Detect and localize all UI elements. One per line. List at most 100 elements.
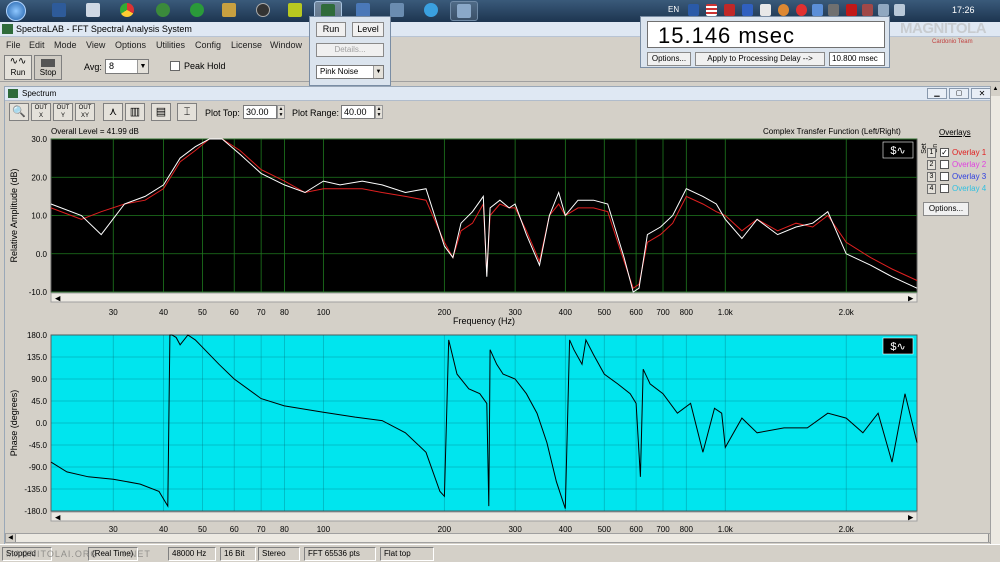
delay-options-button[interactable]: Options... <box>647 52 691 66</box>
chrome-icon[interactable] <box>120 3 134 17</box>
overlay-set-button-3[interactable]: 3 <box>927 172 936 182</box>
tray-antivirus-icon[interactable] <box>760 4 771 16</box>
peak-hold-checkbox[interactable] <box>170 61 180 71</box>
y-tick-label: -180.0 <box>24 507 47 516</box>
zoom-out-x-icon[interactable]: OUT X <box>31 103 51 121</box>
zoom-icon[interactable]: 🔍 <box>9 103 29 121</box>
status-bar: Stopped (Real Time) 48000 Hz 16 Bit Ster… <box>0 544 1000 562</box>
overlay-set-button-4[interactable]: 4 <box>927 184 936 194</box>
menu-file[interactable]: File <box>6 40 21 50</box>
tray-flag-icon[interactable] <box>688 4 699 16</box>
tray-volume-icon[interactable] <box>894 4 905 16</box>
overlay-label-4: Overlay 4 <box>952 184 987 193</box>
main-vertical-scrollbar[interactable]: ▲ <box>990 86 1000 544</box>
menu-utilities[interactable]: Utilities <box>156 40 185 50</box>
app-icon-12[interactable] <box>424 3 438 17</box>
generator-details-button[interactable]: Details... <box>316 43 384 57</box>
menu-options[interactable]: Options <box>115 40 146 50</box>
x-tick-label: 2.0k <box>839 308 855 317</box>
status-channels: Stereo <box>258 547 300 561</box>
amplitude-plot[interactable]: 30 40 50 60 70 80 100 200 300 400 500 600 700 800 1.0k… <box>5 133 921 328</box>
tray-red-icon[interactable] <box>724 4 735 16</box>
app-task-button-13[interactable] <box>450 1 478 21</box>
tray-icon-6[interactable] <box>778 4 789 16</box>
plot-top-input[interactable]: 30.00 <box>243 105 277 119</box>
overlay-label-3: Overlay 3 <box>952 172 987 181</box>
app-icon-7[interactable] <box>256 3 270 17</box>
app-icon-10[interactable] <box>356 3 370 17</box>
tray-network-icon[interactable] <box>878 4 889 16</box>
properties-icon[interactable]: ▤ <box>151 103 171 121</box>
y-tick-label: 0.0 <box>36 419 48 428</box>
tray-icon-8[interactable] <box>812 4 823 16</box>
x-tick-label: 800 <box>680 308 694 317</box>
zoom-out-xy-icon[interactable]: OUT XY <box>75 103 95 121</box>
x-tick-label: 40 <box>159 308 168 317</box>
tray-ati-icon[interactable] <box>846 4 857 16</box>
y-tick-label: 90.0 <box>31 375 47 384</box>
avg-select[interactable]: 8 ▼ <box>105 59 149 74</box>
apply-processing-delay-button[interactable]: Apply to Processing Delay --> <box>695 52 825 66</box>
line-plot-icon[interactable]: ⋏ <box>103 103 123 121</box>
overlay-checkbox-2[interactable] <box>940 160 949 169</box>
plot-range-input[interactable]: 40.00 <box>341 105 375 119</box>
sine-wave-icon: $∿ <box>890 145 905 157</box>
run-toolbar-label: Run <box>10 68 26 77</box>
tray-b-icon[interactable] <box>742 4 753 16</box>
generator-run-button[interactable]: Run <box>316 22 346 37</box>
menu-mode[interactable]: Mode <box>54 40 77 50</box>
run-toolbar-button[interactable]: ∿∿ Run <box>4 55 32 80</box>
overlays-header: Overlays <box>939 128 971 137</box>
plot-scroll-left-icon: ◀ <box>55 515 61 522</box>
delay-value-field[interactable]: 10.800 msec <box>829 52 885 66</box>
app-icon-6[interactable] <box>222 3 236 17</box>
app-icon-4[interactable] <box>156 3 170 17</box>
overlay-checkbox-4[interactable] <box>940 184 949 193</box>
overlays-options-button[interactable]: Options... <box>923 202 969 216</box>
overlay-set-button-2[interactable]: 2 <box>927 160 936 170</box>
menu-license[interactable]: License <box>231 40 262 50</box>
chevron-down-icon[interactable]: ▼ <box>137 60 148 73</box>
y-tick-label: 10.0 <box>31 212 47 221</box>
app-icon-8[interactable] <box>288 3 302 17</box>
menu-edit[interactable]: Edit <box>29 40 45 50</box>
phase-plot[interactable]: 30 40 50 60 70 80 100 200 300 400 500 600 700 800 1.0k… <box>5 331 921 537</box>
sine-wave-icon: $∿ <box>890 341 905 353</box>
app-icon-11[interactable] <box>390 3 404 17</box>
x-tick-label: 700 <box>656 308 670 317</box>
menu-window[interactable]: Window <box>270 40 302 50</box>
generator-level-button[interactable]: Level <box>352 22 384 37</box>
tray-icon-7[interactable] <box>796 4 807 16</box>
tray-us-flag-icon[interactable] <box>706 4 717 16</box>
overlay-checkbox-3[interactable] <box>940 172 949 181</box>
signal-select[interactable]: Pink Noise ▼ <box>316 65 384 79</box>
app-icon-5[interactable] <box>190 3 204 17</box>
x-tick-label: 600 <box>629 308 643 317</box>
signal-chevron-down-icon[interactable]: ▼ <box>373 66 383 78</box>
tray-icon-11[interactable] <box>862 4 873 16</box>
tray-icon-9[interactable] <box>828 4 839 16</box>
cursor-icon[interactable]: ⌶ <box>177 103 197 121</box>
stop-toolbar-button[interactable]: Stop <box>34 55 62 80</box>
overlay-set-button-1[interactable]: 1 <box>927 148 936 158</box>
clock[interactable]: 17:26 <box>952 5 975 15</box>
maximize-button[interactable]: ▢ <box>949 88 969 99</box>
menu-view[interactable]: View <box>86 40 105 50</box>
language-indicator[interactable]: EN <box>668 5 679 14</box>
x-tick-label: 200 <box>438 308 452 317</box>
minimize-button[interactable]: ▁ <box>927 88 947 99</box>
window-horizontal-scrollbar[interactable]: ◀ ▶ <box>5 533 999 543</box>
zoom-out-y-icon[interactable]: OUT Y <box>53 103 73 121</box>
menu-config[interactable]: Config <box>195 40 221 50</box>
plot-range-spinner[interactable]: ▲ ▼ <box>375 105 383 119</box>
bar-plot-icon[interactable]: ▥ <box>125 103 145 121</box>
app-icon-1[interactable] <box>52 3 66 17</box>
app-icon-2[interactable] <box>86 3 100 17</box>
plot-top-spinner[interactable]: ▲ ▼ <box>277 105 285 119</box>
y-axis-label: Phase (degrees) <box>9 390 19 457</box>
scroll-left-arrow-icon[interactable]: ◀ <box>6 534 16 542</box>
scroll-up-arrow-icon[interactable]: ▲ <box>991 86 1000 96</box>
plot-top-label: Plot Top: <box>205 108 240 118</box>
start-orb-icon[interactable] <box>6 1 26 21</box>
overlay-checkbox-1[interactable]: ✓ <box>940 148 949 157</box>
